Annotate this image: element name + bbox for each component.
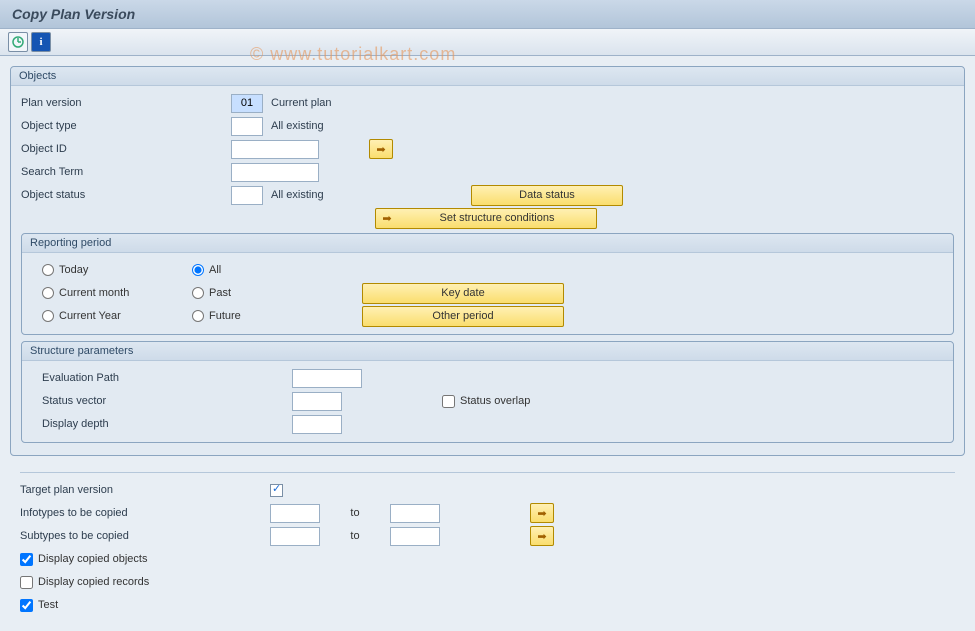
subtypes-to-input[interactable] xyxy=(390,527,440,546)
plan-version-input[interactable] xyxy=(231,94,263,113)
set-structure-label: Set structure conditions xyxy=(398,212,596,224)
radio-future[interactable] xyxy=(192,310,204,322)
info-icon[interactable]: i xyxy=(31,32,51,52)
infotypes-to-label: to xyxy=(320,507,390,519)
reporting-group: Reporting period Today All Current month… xyxy=(21,233,954,335)
infotypes-more-icon[interactable]: ➡ xyxy=(530,503,554,523)
subtypes-from-input[interactable] xyxy=(270,527,320,546)
radio-future-label: Future xyxy=(209,310,241,322)
test-checkbox[interactable] xyxy=(20,599,33,612)
radio-today[interactable] xyxy=(42,264,54,276)
infotypes-from-input[interactable] xyxy=(270,504,320,523)
subtypes-more-icon[interactable]: ➡ xyxy=(530,526,554,546)
object-type-desc: All existing xyxy=(271,120,391,132)
display-objects-checkbox[interactable] xyxy=(20,553,33,566)
status-vector-input[interactable] xyxy=(292,392,342,411)
subtypes-to-label: to xyxy=(320,530,390,542)
arrow-icon: ➡ xyxy=(376,212,398,225)
radio-current-year[interactable] xyxy=(42,310,54,322)
object-id-input[interactable] xyxy=(231,140,319,159)
plan-version-desc: Current plan xyxy=(271,97,391,109)
radio-currentyear-label: Current Year xyxy=(59,310,121,322)
object-status-input[interactable] xyxy=(231,186,263,205)
page-title: Copy Plan Version xyxy=(0,0,975,29)
status-overlap-checkbox[interactable] xyxy=(442,395,455,408)
radio-current-month[interactable] xyxy=(42,287,54,299)
object-type-label: Object type xyxy=(21,120,231,132)
display-objects-label: Display copied objects xyxy=(38,553,147,565)
object-status-desc: All existing xyxy=(271,189,391,201)
structure-header: Structure parameters xyxy=(22,342,953,361)
toolbar: i xyxy=(0,29,975,56)
display-depth-input[interactable] xyxy=(292,415,342,434)
data-status-button[interactable]: Data status xyxy=(471,185,623,206)
plan-version-label: Plan version xyxy=(21,97,231,109)
bottom-section: Target plan version Infotypes to be copi… xyxy=(10,462,965,621)
structure-group: Structure parameters Evaluation Path Sta… xyxy=(21,341,954,443)
display-records-label: Display copied records xyxy=(38,576,149,588)
eval-path-input[interactable] xyxy=(292,369,362,388)
radio-past-label: Past xyxy=(209,287,231,299)
object-id-more-icon[interactable]: ➡ xyxy=(369,139,393,159)
key-date-button[interactable]: Key date xyxy=(362,283,564,304)
divider xyxy=(20,472,955,473)
object-type-input[interactable] xyxy=(231,117,263,136)
object-id-label: Object ID xyxy=(21,143,231,155)
other-period-button[interactable]: Other period xyxy=(362,306,564,327)
radio-today-label: Today xyxy=(59,264,88,276)
search-term-input[interactable] xyxy=(231,163,319,182)
execute-icon[interactable] xyxy=(8,32,28,52)
subtypes-label: Subtypes to be copied xyxy=(20,530,270,542)
display-records-checkbox[interactable] xyxy=(20,576,33,589)
object-status-label: Object status xyxy=(21,189,231,201)
objects-header: Objects xyxy=(11,67,964,86)
radio-past[interactable] xyxy=(192,287,204,299)
target-plan-checkbox[interactable] xyxy=(270,484,283,497)
infotypes-to-input[interactable] xyxy=(390,504,440,523)
radio-all-label: All xyxy=(209,264,221,276)
status-vector-label: Status vector xyxy=(32,395,252,407)
status-overlap-label: Status overlap xyxy=(460,395,530,407)
radio-all[interactable] xyxy=(192,264,204,276)
radio-currentmonth-label: Current month xyxy=(59,287,129,299)
target-plan-label: Target plan version xyxy=(20,484,270,496)
objects-group: Objects Plan version Current plan Object… xyxy=(10,66,965,456)
eval-path-label: Evaluation Path xyxy=(32,372,252,384)
set-structure-conditions-button[interactable]: ➡ Set structure conditions xyxy=(375,208,597,229)
test-label: Test xyxy=(38,599,58,611)
reporting-header: Reporting period xyxy=(22,234,953,253)
display-depth-label: Display depth xyxy=(32,418,252,430)
search-term-label: Search Term xyxy=(21,166,231,178)
infotypes-label: Infotypes to be copied xyxy=(20,507,270,519)
